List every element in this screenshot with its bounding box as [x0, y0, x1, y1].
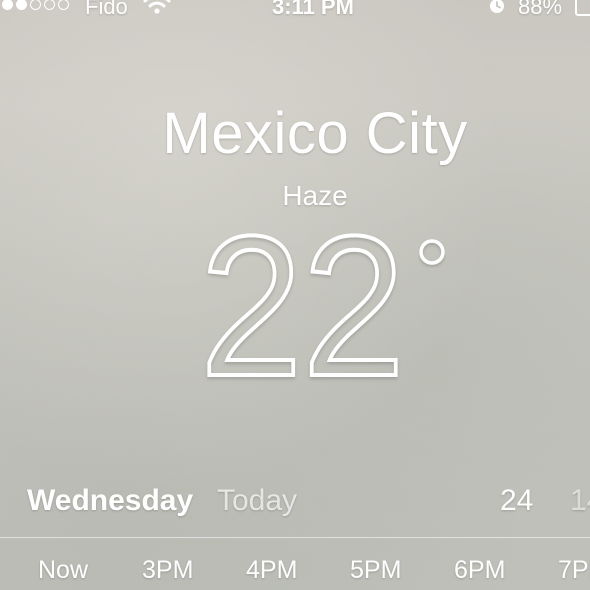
signal-dot-empty — [58, 0, 69, 10]
hour-label: 6PM — [454, 556, 506, 584]
hour-label: 4PM — [246, 556, 298, 584]
signal-strength-icon — [2, 0, 69, 10]
hourly-forecast-strip[interactable]: Now 3PM 4PM 5PM 6PM 7PM — [0, 556, 590, 590]
day-name: Wednesday — [27, 484, 194, 517]
signal-dot-empty — [44, 0, 55, 10]
carrier-name: Fido — [85, 0, 128, 19]
degree-symbol — [419, 239, 445, 265]
hour-label: 3PM — [142, 556, 194, 584]
today-label: Today — [217, 484, 298, 517]
battery-percentage: 88% — [518, 0, 563, 19]
weather-screen: Fido 3:11 PM 88% Mexico City Haze 22 Wed… — [0, 0, 590, 590]
signal-dot-empty — [30, 0, 41, 10]
alarm-clock-icon — [490, 0, 504, 13]
temperature-value: 22 — [200, 195, 405, 418]
status-bar: Fido 3:11 PM 88% — [0, 0, 590, 19]
today-forecast-row: Wednesday Today 24 14 — [0, 480, 590, 526]
status-time: 3:11 PM — [272, 0, 354, 19]
battery-icon — [575, 0, 590, 16]
signal-dot-filled — [16, 0, 27, 10]
high-temperature: 24 — [500, 484, 534, 517]
signal-dot-filled — [2, 0, 13, 10]
hour-label: 5PM — [350, 556, 402, 584]
city-name: Mexico City — [162, 101, 468, 166]
wifi-icon — [143, 0, 171, 14]
hour-label: Now — [38, 556, 89, 584]
current-temperature: 22 — [198, 193, 450, 420]
low-temperature: 14 — [570, 484, 590, 517]
divider — [0, 537, 590, 538]
hour-label: 7PM — [558, 556, 590, 584]
